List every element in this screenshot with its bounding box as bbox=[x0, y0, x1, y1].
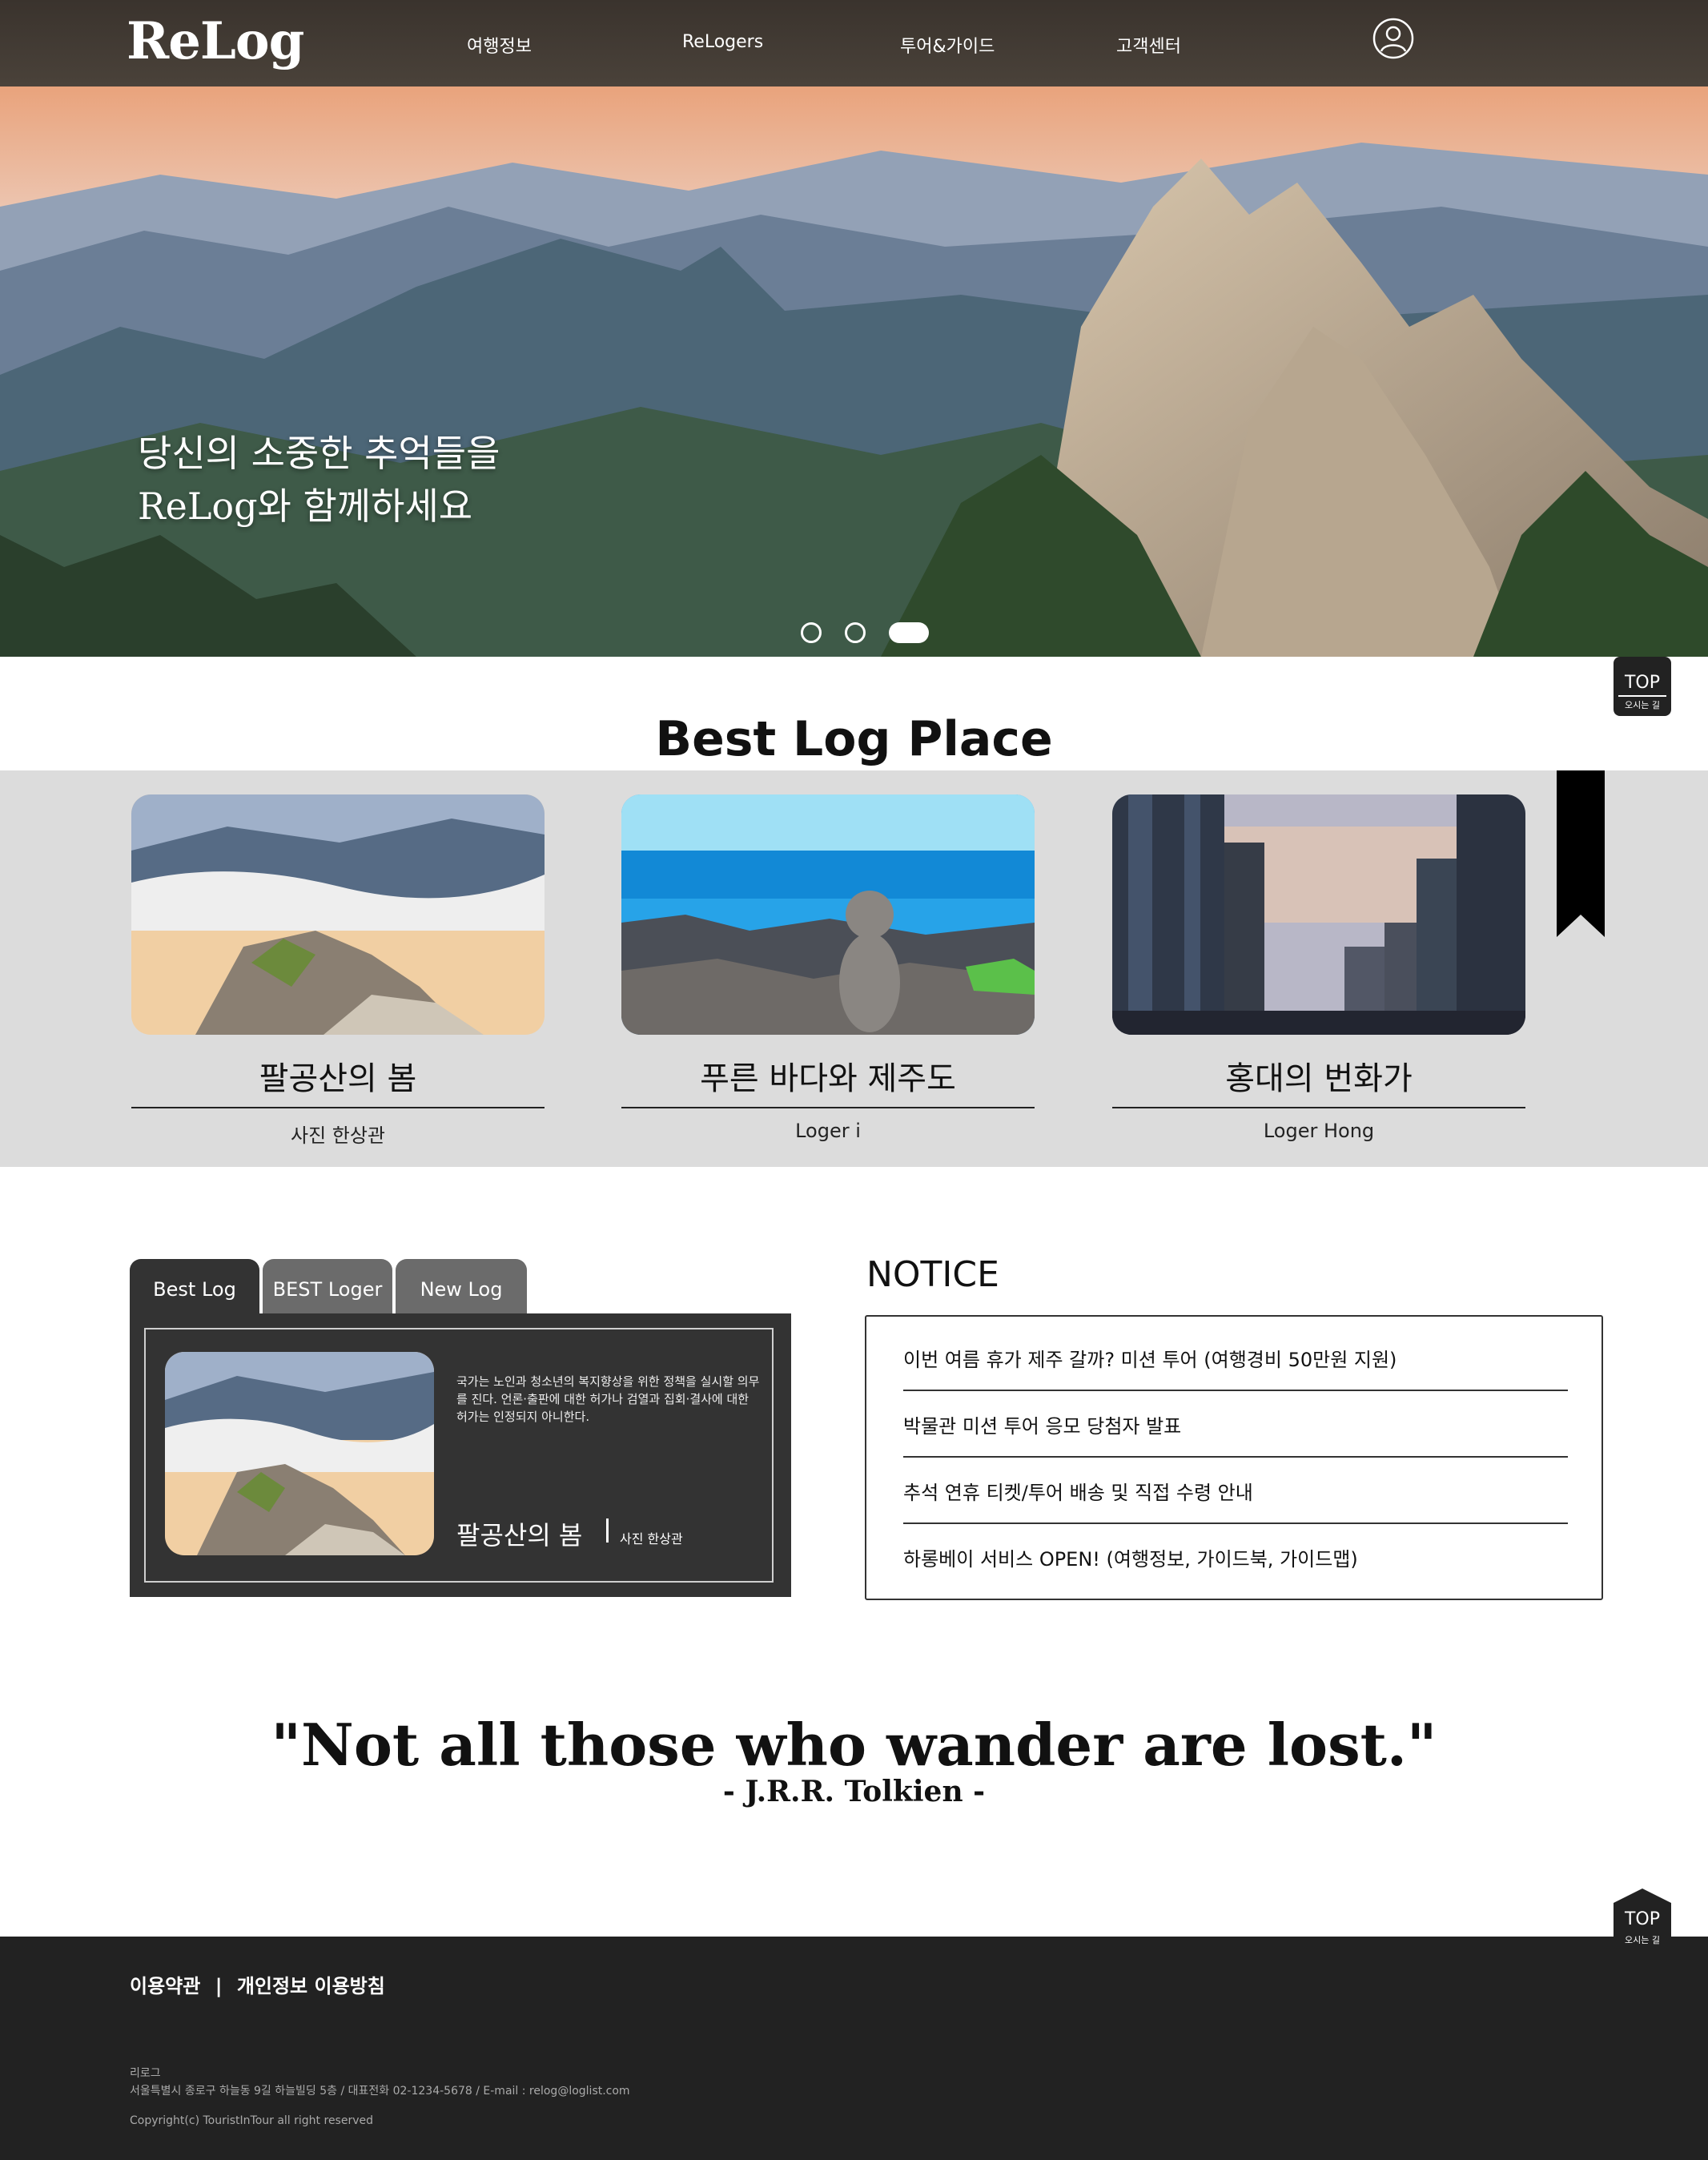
hero-banner: 당신의 소중한 추억들을 ReLog와 함께하세요 bbox=[0, 86, 1708, 657]
bookmark-ribbon-icon bbox=[1557, 770, 1605, 937]
tab-log-title: 팔공산의 봄 bbox=[456, 1520, 583, 1551]
quote-text: "Not all those who wander are lost." bbox=[271, 1711, 1437, 1779]
place-photo bbox=[621, 794, 1035, 1035]
place-card-divider bbox=[1112, 1107, 1525, 1108]
footer-link-privacy[interactable]: 개인정보 이용방침 bbox=[237, 1975, 385, 1997]
place-card-title: 팔공산의 봄 bbox=[259, 1060, 417, 1097]
place-card-divider bbox=[131, 1107, 545, 1108]
place-card-divider bbox=[621, 1107, 1035, 1108]
nav-item-customer-center[interactable]: 고객센터 bbox=[1116, 32, 1181, 58]
tab-best-log[interactable]: Best Log bbox=[130, 1259, 259, 1315]
tab-log-photo[interactable] bbox=[165, 1352, 434, 1555]
place-card[interactable]: 홍대의 번화가 Loger Hong bbox=[1112, 794, 1525, 1142]
top-button-label: TOP bbox=[1624, 673, 1661, 693]
place-photo bbox=[131, 794, 545, 1035]
tab-panel-frame: 국가는 노인과 청소년의 복지향상을 위한 정책을 실시할 의무를 진다. 언론… bbox=[144, 1328, 774, 1583]
footer-company: 리로그 bbox=[130, 2067, 161, 2080]
site-footer: 이용약관 | 개인정보 이용방침 리로그 서울특별시 종로구 하늘동 9길 하늘… bbox=[0, 1937, 1708, 2160]
place-card[interactable]: 팔공산의 봄 사진 한상관 bbox=[131, 794, 545, 1148]
place-card-author: Loger i bbox=[795, 1120, 861, 1142]
place-card[interactable]: 푸른 바다와 제주도 Loger i bbox=[621, 794, 1035, 1142]
top-button-sub: 오시는 길 bbox=[1625, 700, 1660, 710]
notice-item[interactable]: 하롱베이 서비스 OPEN! (여행정보, 가이드북, 가이드맵) bbox=[903, 1543, 1568, 1589]
place-card-author: Loger Hong bbox=[1263, 1120, 1375, 1142]
place-card-title: 푸른 바다와 제주도 bbox=[700, 1060, 956, 1097]
top-button-sub: 오시는 길 bbox=[1625, 1935, 1660, 1945]
site-logo[interactable]: ReLog bbox=[127, 11, 304, 71]
tab-log-description: 국가는 노인과 청소년의 복지향상을 위한 정책을 실시할 의무를 진다. 언론… bbox=[456, 1374, 760, 1424]
best-place-title: Best Log Place bbox=[655, 711, 1053, 767]
place-card-title: 홍대의 번화가 bbox=[1225, 1060, 1413, 1097]
tab-best-loger[interactable]: BEST Loger bbox=[263, 1259, 392, 1315]
user-account-icon[interactable] bbox=[1372, 18, 1414, 59]
notice-title: NOTICE bbox=[866, 1254, 999, 1295]
site-header: ReLog 여행정보 ReLogers 투어&가이드 고객센터 bbox=[0, 0, 1708, 86]
notice-list: 이번 여름 휴가 제주 갈까? 미션 투어 (여행경비 50만원 지원) 박물관… bbox=[865, 1315, 1603, 1600]
footer-link-separator: | bbox=[215, 1975, 223, 1997]
place-photo bbox=[1112, 794, 1525, 1035]
notice-item[interactable]: 이번 여름 휴가 제주 갈까? 미션 투어 (여행경비 50만원 지원) bbox=[903, 1344, 1568, 1391]
place-card-author: 사진 한상관 bbox=[290, 1124, 386, 1147]
top-button-divider bbox=[1618, 695, 1666, 697]
tab-new-log[interactable]: New Log bbox=[396, 1259, 527, 1315]
tab-log-separator bbox=[606, 1518, 609, 1543]
slider-dot-2[interactable] bbox=[845, 622, 866, 643]
nav-item-tour-guide[interactable]: 투어&가이드 bbox=[900, 32, 995, 58]
notice-item[interactable]: 추석 연휴 티켓/투어 배송 및 직접 수령 안내 bbox=[903, 1477, 1568, 1524]
nav-item-relogers[interactable]: ReLogers bbox=[682, 32, 763, 52]
hero-mountain-image bbox=[0, 86, 1708, 657]
quote-author: - J.R.R. Tolkien - bbox=[722, 1775, 986, 1808]
slider-dot-3-active[interactable] bbox=[889, 622, 929, 643]
footer-link-terms[interactable]: 이용약관 bbox=[130, 1975, 200, 1997]
tab-log-author: 사진 한상관 bbox=[620, 1531, 683, 1547]
footer-address: 서울특별시 종로구 하늘동 9길 하늘빌딩 5층 / 대표전화 02-1234-… bbox=[130, 2085, 630, 2098]
top-button-label: TOP bbox=[1624, 1909, 1661, 1929]
footer-links: 이용약관 | 개인정보 이용방침 bbox=[130, 1970, 385, 1998]
top-button[interactable]: TOP 오시는 길 bbox=[1614, 1888, 1671, 1948]
hero-headline-line1: 당신의 소중한 추억들을 bbox=[138, 432, 500, 475]
slider-dot-1[interactable] bbox=[801, 622, 822, 643]
notice-item[interactable]: 박물관 미션 투어 응모 당첨자 발표 bbox=[903, 1410, 1568, 1458]
tab-panel: 국가는 노인과 청소년의 복지향상을 위한 정책을 실시할 의무를 진다. 언론… bbox=[130, 1313, 791, 1597]
nav-item-travel-info[interactable]: 여행정보 bbox=[467, 32, 532, 58]
top-button[interactable]: TOP 오시는 길 bbox=[1614, 657, 1671, 716]
hero-headline-line2: ReLog와 함께하세요 bbox=[138, 485, 473, 528]
footer-copyright: Copyright(c) TouristInTour all right res… bbox=[130, 2114, 374, 2127]
